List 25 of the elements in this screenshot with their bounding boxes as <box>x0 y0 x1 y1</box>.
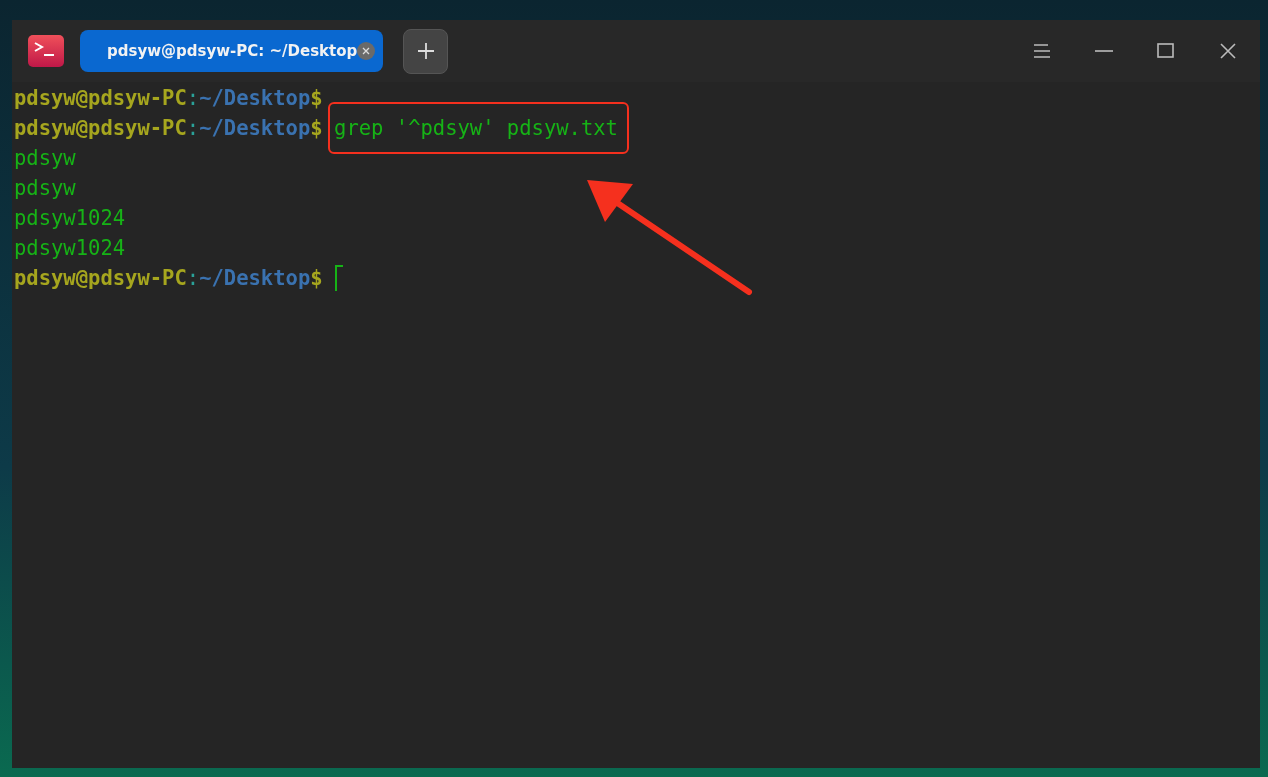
output-text: pdsyw <box>14 175 76 202</box>
output-text: pdsyw1024 <box>14 205 126 232</box>
terminal-app-icon <box>28 35 64 67</box>
prompt-symbol: $ <box>310 85 323 112</box>
prompt-separator: : <box>186 85 200 112</box>
close-icon[interactable] <box>357 42 375 60</box>
prompt-symbol: $ <box>310 115 323 142</box>
plus-icon <box>415 41 436 61</box>
prompt-path: ~/Desktop <box>199 265 311 292</box>
terminal-tab[interactable]: pdsyw@pdsyw-PC: ~/Desktop <box>80 30 383 72</box>
prompt-user-host: pdsyw@pdsyw-PC <box>14 265 187 292</box>
close-icon[interactable] <box>1219 43 1237 59</box>
command-text: grep '^pdsyw' pdsyw.txt <box>334 116 618 140</box>
output-text: pdsyw1024 <box>14 235 126 262</box>
output-text: pdsyw <box>14 145 76 172</box>
prompt-symbol: $ <box>310 265 323 292</box>
menu-icon[interactable] <box>1033 43 1051 59</box>
new-tab-button[interactable] <box>403 28 448 74</box>
prompt-user-host: pdsyw@pdsyw-PC <box>14 115 187 142</box>
prompt-user-host: pdsyw@pdsyw-PC <box>14 85 187 112</box>
prompt-path: ~/Desktop <box>199 115 311 142</box>
prompt-separator: : <box>186 265 200 292</box>
maximize-icon[interactable] <box>1157 43 1175 59</box>
prompt-separator: : <box>186 115 200 142</box>
prompt-path: ~/Desktop <box>199 85 311 112</box>
